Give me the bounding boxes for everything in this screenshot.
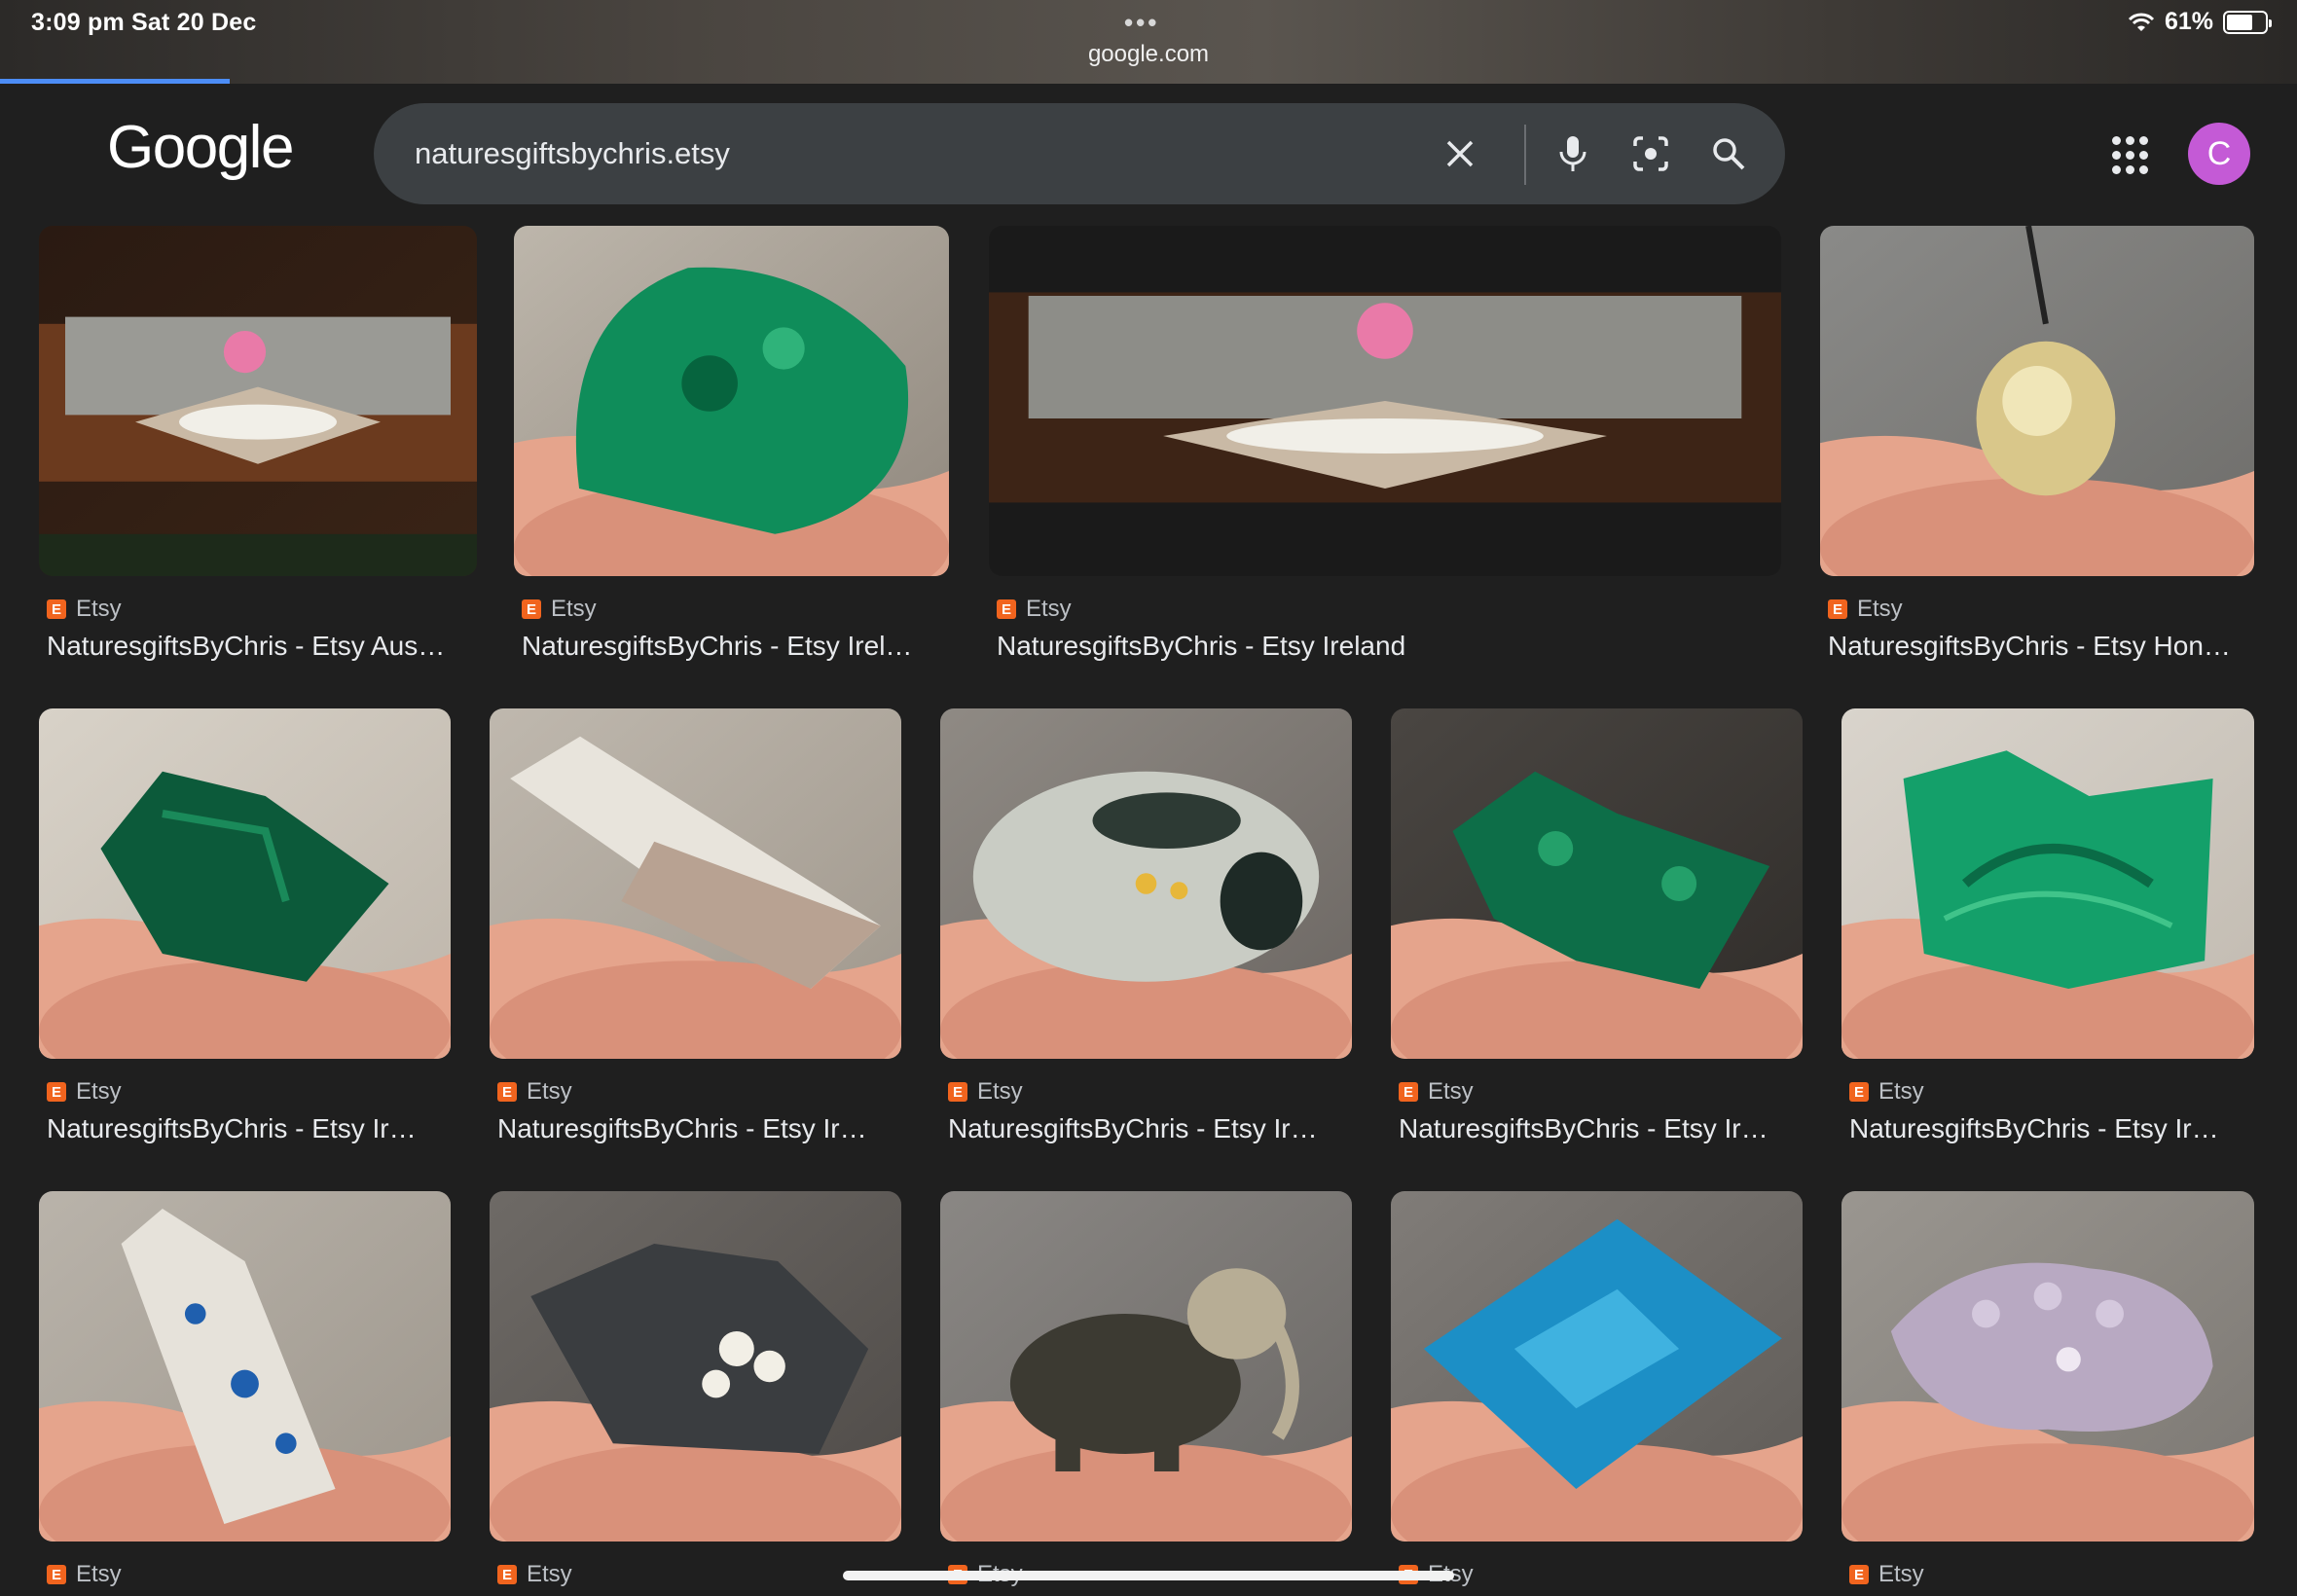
result-title[interactable]: NaturesgiftsByChris - Etsy Aus…	[47, 631, 475, 662]
battery-percent: 61%	[2164, 8, 2213, 35]
source-label: Etsy	[977, 1078, 1023, 1105]
result-thumbnail[interactable]	[39, 226, 477, 576]
battery-icon	[2223, 10, 2272, 34]
result-title[interactable]: NaturesgiftsByChris - Etsy Hon…	[1828, 631, 2252, 662]
source-label: Etsy	[1878, 1078, 1924, 1105]
result-title[interactable]: NaturesgiftsByChris - Etsy Ir…	[948, 1113, 1350, 1144]
google-logo[interactable]: Google	[107, 113, 294, 182]
etsy-favicon-icon: E	[47, 1565, 66, 1584]
result-source[interactable]: E Etsy	[497, 1078, 572, 1106]
result-thumbnail[interactable]	[490, 708, 901, 1059]
search-box[interactable]: naturesgiftsbychris.etsy	[374, 103, 1785, 204]
source-label: Etsy	[76, 1561, 122, 1587]
etsy-favicon-icon: E	[497, 1082, 517, 1102]
result-source[interactable]: E Etsy	[497, 1561, 572, 1588]
etsy-favicon-icon: E	[1828, 599, 1847, 619]
result-thumbnail[interactable]	[1391, 708, 1803, 1059]
source-label: Etsy	[527, 1078, 572, 1105]
source-label: Etsy	[1428, 1078, 1474, 1105]
source-label: Etsy	[1026, 596, 1072, 622]
source-label: Etsy	[551, 596, 597, 622]
etsy-favicon-icon: E	[497, 1565, 517, 1584]
search-divider	[1524, 125, 1526, 185]
etsy-favicon-icon: E	[1849, 1082, 1869, 1102]
etsy-favicon-icon: E	[47, 599, 66, 619]
result-thumbnail[interactable]	[1391, 1191, 1803, 1542]
rutilated-quartz-pendant	[1820, 226, 2254, 576]
jasper-elephant	[940, 1191, 1352, 1542]
result-title[interactable]: NaturesgiftsByChris - Etsy Ir…	[497, 1113, 899, 1144]
etsy-favicon-icon: E	[997, 599, 1016, 619]
result-source[interactable]: E Etsy	[47, 596, 122, 623]
microphone-icon[interactable]	[1548, 128, 1598, 179]
status-indicators: 61%	[2128, 8, 2272, 36]
clear-icon[interactable]	[1435, 128, 1485, 179]
source-label: Etsy	[527, 1561, 572, 1587]
etsy-favicon-icon: E	[1399, 1082, 1418, 1102]
prehnite-on-basalt	[490, 1191, 901, 1542]
browser-top-bar: 3:09 pm Sat 20 Dec ••• google.com 61%	[0, 0, 2297, 84]
result-title[interactable]: NaturesgiftsByChris - Etsy Ir…	[1399, 1113, 1801, 1144]
malachite-rough	[39, 708, 451, 1059]
result-title[interactable]: NaturesgiftsByChris - Etsy Ireland	[997, 631, 1779, 662]
blue-apatite-diamond	[1391, 1191, 1803, 1542]
etsy-favicon-icon: E	[1849, 1565, 1869, 1584]
result-source[interactable]: E Etsy	[997, 596, 1072, 623]
url-bar[interactable]: google.com	[0, 41, 2297, 68]
more-dots-icon[interactable]: •••	[1124, 8, 1159, 38]
search-icon[interactable]	[1703, 128, 1754, 179]
etsy-favicon-icon: E	[948, 1082, 967, 1102]
result-thumbnail[interactable]	[940, 1191, 1352, 1542]
result-thumbnail[interactable]	[940, 708, 1352, 1059]
result-title[interactable]: NaturesgiftsByChris - Etsy Ir…	[1849, 1113, 2252, 1144]
etsy-favicon-icon: E	[47, 1082, 66, 1102]
malachite-cluster	[1391, 708, 1803, 1059]
source-label: Etsy	[76, 1078, 122, 1105]
result-thumbnail[interactable]	[39, 708, 451, 1059]
result-source[interactable]: E Etsy	[47, 1561, 122, 1588]
result-thumbnail[interactable]	[514, 226, 949, 576]
page-load-progress	[0, 79, 230, 84]
avatar[interactable]: C	[2188, 123, 2250, 185]
om-altar-wide	[989, 226, 1781, 576]
etsy-favicon-icon: E	[522, 599, 541, 619]
result-thumbnail[interactable]	[490, 1191, 901, 1542]
result-source[interactable]: E Etsy	[522, 596, 597, 623]
source-label: Etsy	[1878, 1561, 1924, 1587]
source-label: Etsy	[1857, 596, 1903, 622]
om-altar-tray	[39, 226, 477, 576]
calcite-tower	[490, 708, 901, 1059]
grape-agate	[1841, 1191, 2254, 1542]
result-thumbnail[interactable]	[1841, 708, 2254, 1059]
result-title[interactable]: NaturesgiftsByChris - Etsy Ir…	[47, 1113, 449, 1144]
lens-camera-icon[interactable]	[1625, 128, 1676, 179]
wifi-icon	[2128, 13, 2155, 31]
result-source[interactable]: E Etsy	[1849, 1078, 1924, 1106]
home-indicator[interactable]	[843, 1571, 1454, 1580]
result-source[interactable]: E Etsy	[47, 1078, 122, 1106]
malachite-freeform	[514, 226, 949, 576]
k2-jasper-tower	[39, 1191, 451, 1542]
result-title[interactable]: NaturesgiftsByChris - Etsy Irel…	[522, 631, 947, 662]
result-thumbnail[interactable]	[1841, 1191, 2254, 1542]
malachite-slab	[1841, 708, 2254, 1059]
source-label: Etsy	[76, 596, 122, 622]
result-source[interactable]: E Etsy	[948, 1078, 1023, 1106]
status-time: 3:09 pm Sat 20 Dec	[31, 9, 257, 36]
result-source[interactable]: E Etsy	[1849, 1561, 1924, 1588]
result-source[interactable]: E Etsy	[1399, 1078, 1474, 1106]
result-source[interactable]: E Etsy	[1828, 596, 1903, 623]
result-thumbnail[interactable]	[39, 1191, 451, 1542]
google-apps-icon[interactable]	[2112, 136, 2151, 175]
result-thumbnail[interactable]	[989, 226, 1781, 576]
result-thumbnail[interactable]	[1820, 226, 2254, 576]
search-input[interactable]: naturesgiftsbychris.etsy	[415, 136, 730, 171]
ocean-jasper-palmstone	[940, 708, 1352, 1059]
